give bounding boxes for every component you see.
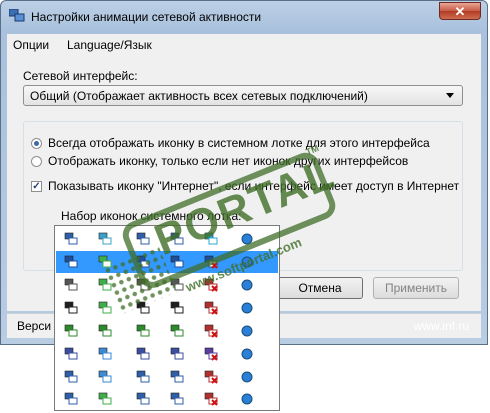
tray-network-icon (204, 370, 218, 384)
tray-network-icon (170, 278, 184, 291)
tray-network-icon (98, 347, 112, 360)
checkbox-checked[interactable]: ✓ (31, 180, 42, 192)
tray-network-icon (170, 347, 184, 360)
tray-network-icon (136, 347, 150, 360)
iconset-row-7[interactable] (56, 366, 278, 388)
tray-network-icon (204, 347, 218, 361)
tray-network-icon (170, 324, 184, 337)
tray-network-icon (136, 370, 150, 383)
tray-network-icon (204, 324, 218, 338)
menu-bar: Опции Language/Язык (7, 34, 481, 56)
globe-icon (241, 256, 253, 268)
tray-network-icon (98, 370, 112, 383)
globe-icon (241, 348, 253, 360)
network-icon (9, 9, 25, 22)
tray-network-icon (64, 301, 78, 314)
iconset-row-3[interactable] (56, 274, 278, 296)
tray-network-icon (204, 301, 218, 315)
tray-network-icon (64, 278, 78, 291)
globe-icon (241, 393, 253, 405)
tray-network-icon (204, 232, 218, 245)
tray-network-icon (170, 370, 184, 383)
iconset-label: Набор иконок системного лотка: (61, 209, 242, 223)
tray-network-icon (136, 392, 150, 405)
status-url[interactable]: www.inf.ru (414, 319, 469, 333)
tray-network-icon (204, 392, 218, 406)
apply-button[interactable]: Применить (373, 277, 459, 299)
close-button[interactable]: ✕ (439, 2, 481, 20)
tray-network-icon (170, 301, 184, 314)
tray-network-icon (64, 370, 78, 383)
tray-network-icon (170, 392, 184, 405)
tray-network-icon (204, 255, 218, 269)
tray-network-icon (98, 278, 112, 291)
globe-icon (241, 233, 253, 245)
checkbox-internet-label: Показывать иконку "Интернет", если интер… (48, 179, 460, 193)
tray-network-icon (136, 324, 150, 337)
chevron-down-icon (446, 93, 454, 98)
globe-icon (241, 371, 253, 383)
menu-options[interactable]: Опции (13, 38, 49, 52)
tray-network-icon (98, 324, 112, 337)
globe-icon (241, 302, 253, 314)
interface-select[interactable]: Общий (Отображает активность всех сетевы… (23, 85, 463, 106)
title-bar[interactable]: Настройки анимации сетевой активности ✕ (1, 1, 487, 31)
globe-icon (241, 279, 253, 291)
interface-selected-value: Общий (Отображает активность всех сетевы… (30, 89, 368, 103)
iconset-row-1[interactable] (56, 228, 278, 250)
tray-network-icon (136, 278, 150, 291)
iconset-row-2[interactable] (56, 251, 278, 273)
iconset-row-4[interactable] (56, 297, 278, 319)
tray-network-icon (64, 347, 78, 360)
tray-network-icon (170, 255, 184, 268)
tray-network-icon (98, 255, 112, 268)
radio-only-if-none[interactable]: Отображать иконку, только если нет иконо… (31, 154, 408, 168)
tray-network-icon (98, 392, 112, 405)
version-text: Верси (17, 319, 52, 333)
tray-network-icon (98, 232, 112, 245)
iconset-dropdown-list[interactable] (54, 225, 280, 411)
radio-always-label: Всегда отображать иконку в системном лот… (48, 136, 430, 150)
tray-network-icon (136, 255, 150, 268)
cancel-button[interactable]: Отмена (277, 277, 363, 299)
iconset-row-5[interactable] (56, 320, 278, 342)
tray-network-icon (136, 301, 150, 314)
iconset-row-8[interactable] (56, 388, 278, 410)
checkbox-internet[interactable]: ✓ Показывать иконку "Интернет", если инт… (31, 179, 459, 193)
radio-button[interactable] (31, 155, 42, 167)
tray-network-icon (136, 232, 150, 245)
window-title: Настройки анимации сетевой активности (31, 10, 262, 24)
tray-network-icon (204, 278, 218, 292)
tray-network-icon (64, 255, 78, 268)
interface-label: Сетевой интерфейс: (23, 69, 138, 83)
radio-button-checked[interactable] (31, 137, 42, 149)
tray-network-icon (64, 232, 78, 245)
tray-network-icon (98, 301, 112, 314)
tray-network-icon (170, 232, 184, 245)
tray-network-icon (64, 324, 78, 337)
globe-icon (241, 325, 253, 337)
iconset-row-6[interactable] (56, 343, 278, 365)
radio-only-label: Отображать иконку, только если нет иконо… (48, 154, 409, 168)
tray-network-icon (64, 392, 78, 405)
radio-always-show[interactable]: Всегда отображать иконку в системном лот… (31, 136, 430, 150)
menu-language[interactable]: Language/Язык (67, 38, 152, 52)
